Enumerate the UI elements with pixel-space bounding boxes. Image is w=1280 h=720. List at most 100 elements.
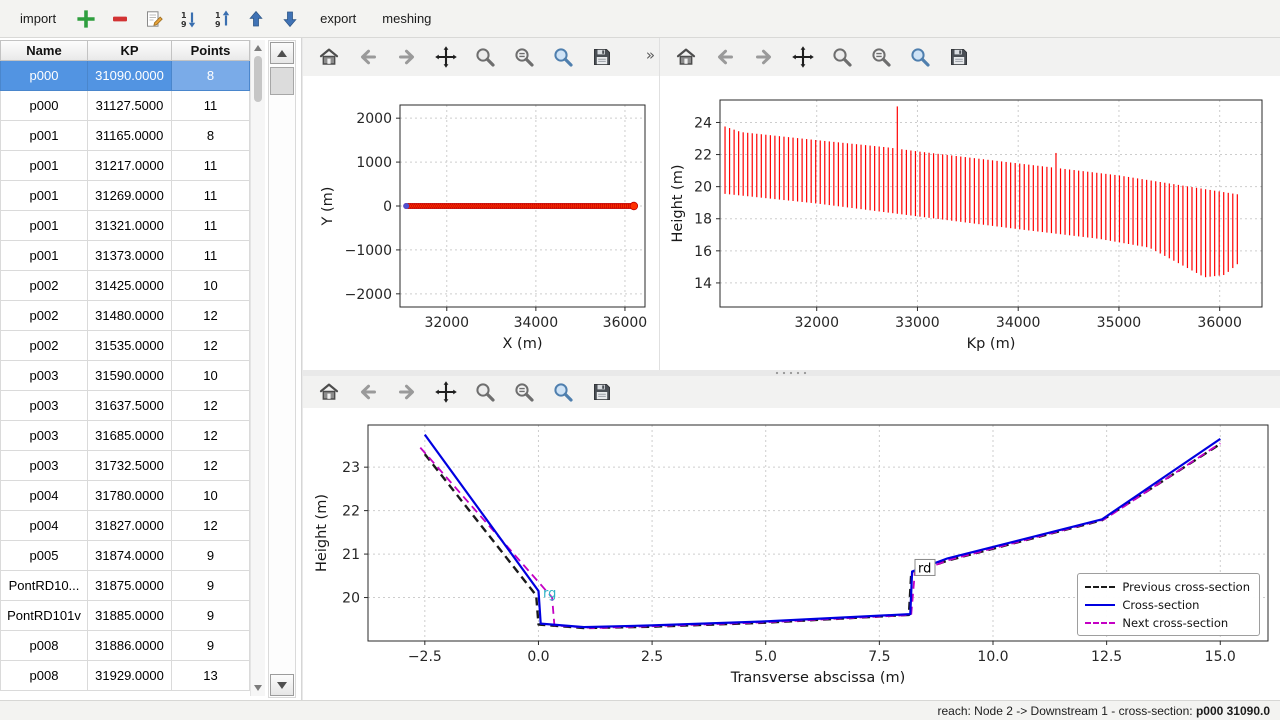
svg-text:22: 22: [342, 504, 360, 520]
svg-text:0: 0: [383, 199, 392, 215]
pan-button[interactable]: [789, 43, 817, 71]
table-scrollbar[interactable]: [250, 40, 265, 696]
table-row[interactable]: p00031127.500011: [0, 91, 250, 121]
legend: Previous cross-sectionCross-sectionNext …: [1077, 573, 1260, 636]
back-icon: [713, 45, 737, 69]
legend-label: Cross-section: [1122, 598, 1199, 612]
table-row[interactable]: PontRD101v31885.00009: [0, 601, 250, 631]
menu-export[interactable]: export: [310, 6, 366, 31]
scroll-up-button[interactable]: [270, 42, 294, 64]
toolbar-overflow-button[interactable]: »: [646, 46, 655, 64]
svg-text:5.0: 5.0: [755, 649, 777, 665]
svg-text:rd: rd: [918, 561, 931, 576]
save-button[interactable]: [945, 43, 973, 71]
svg-text:1: 1: [215, 11, 221, 20]
edit-button[interactable]: [140, 5, 168, 33]
legend-label: Next cross-section: [1122, 616, 1228, 630]
table-row[interactable]: PontRD10...31875.00009: [0, 571, 250, 601]
zoom-button[interactable]: [471, 378, 499, 406]
forward-button[interactable]: [393, 378, 421, 406]
plots-area: » 320003400036000−2000−1000010002000X (m…: [302, 38, 1280, 700]
scroll-down-button[interactable]: [270, 674, 294, 696]
cell-name: p001: [0, 151, 88, 181]
sort-ascending-icon: 1 9: [178, 9, 198, 29]
table-row[interactable]: p00331637.500012: [0, 391, 250, 421]
svg-text:−1000: −1000: [345, 243, 392, 259]
save-button[interactable]: [588, 378, 616, 406]
remove-button[interactable]: [106, 5, 134, 33]
pan-icon: [791, 45, 815, 69]
table-row[interactable]: p00131373.000011: [0, 241, 250, 271]
table-row[interactable]: p00231480.000012: [0, 301, 250, 331]
sort-descending-button[interactable]: 1 9: [208, 5, 236, 33]
table-row[interactable]: p00231425.000010: [0, 271, 250, 301]
scrollbar-thumb[interactable]: [270, 67, 294, 95]
table-row[interactable]: p00131217.000011: [0, 151, 250, 181]
cell-kp: 31590.0000: [88, 361, 172, 391]
pan-button[interactable]: [432, 378, 460, 406]
table-row[interactable]: p00031090.00008: [0, 61, 250, 91]
column-header-kp[interactable]: KP: [88, 40, 172, 61]
back-button[interactable]: [354, 378, 382, 406]
home-icon: [674, 45, 698, 69]
zoom-icon: [830, 45, 854, 69]
plan-view-chart[interactable]: 320003400036000−2000−1000010002000X (m)Y…: [303, 76, 659, 370]
column-header-name[interactable]: Name: [0, 40, 88, 61]
menu-import[interactable]: import: [10, 6, 66, 31]
subplots-button[interactable]: [510, 378, 538, 406]
back-icon: [356, 380, 380, 404]
svg-text:20: 20: [342, 591, 360, 607]
zoom-button[interactable]: [471, 43, 499, 71]
home-button[interactable]: [315, 378, 343, 406]
back-button[interactable]: [354, 43, 382, 71]
cell-name: p005: [0, 541, 88, 571]
scroll-up-icon[interactable]: [254, 45, 262, 51]
customize-button[interactable]: [549, 378, 577, 406]
table-row[interactable]: p00231535.000012: [0, 331, 250, 361]
zoom-button[interactable]: [828, 43, 856, 71]
svg-text:21: 21: [342, 547, 360, 563]
profile-chart[interactable]: 3200033000340003500036000141618202224Kp …: [660, 76, 1280, 370]
column-header-points[interactable]: Points: [172, 40, 250, 61]
table-row[interactable]: p00431780.000010: [0, 481, 250, 511]
table-row[interactable]: p00131165.00008: [0, 121, 250, 151]
scroll-down-icon[interactable]: [254, 685, 262, 691]
move-down-button[interactable]: [276, 5, 304, 33]
cell-kp: 31090.0000: [88, 61, 172, 91]
status-text: reach: Node 2 -> Downstream 1 - cross-se…: [938, 704, 1196, 718]
menu-meshing[interactable]: meshing: [372, 6, 441, 31]
customize-button[interactable]: [549, 43, 577, 71]
panel-scrollbar[interactable]: [268, 40, 296, 698]
svg-text:33000: 33000: [895, 315, 940, 331]
subplots-button[interactable]: [510, 43, 538, 71]
back-button[interactable]: [711, 43, 739, 71]
forward-button[interactable]: [393, 43, 421, 71]
table-row[interactable]: p00831886.00009: [0, 631, 250, 661]
home-button[interactable]: [672, 43, 700, 71]
table-row[interactable]: p00331732.500012: [0, 451, 250, 481]
pan-button[interactable]: [432, 43, 460, 71]
cell-name: p002: [0, 271, 88, 301]
home-button[interactable]: [315, 43, 343, 71]
forward-icon: [752, 45, 776, 69]
back-icon: [356, 45, 380, 69]
scrollbar-thumb[interactable]: [254, 56, 262, 102]
customize-button[interactable]: [906, 43, 934, 71]
table-row[interactable]: p00831929.000013: [0, 661, 250, 691]
table-row[interactable]: p00331590.000010: [0, 361, 250, 391]
table-row[interactable]: p00431827.000012: [0, 511, 250, 541]
subplots-button[interactable]: [867, 43, 895, 71]
table-row[interactable]: p00131321.000011: [0, 211, 250, 241]
forward-button[interactable]: [750, 43, 778, 71]
save-button[interactable]: [588, 43, 616, 71]
table-row[interactable]: p00131269.000011: [0, 181, 250, 211]
cell-kp: 31886.0000: [88, 631, 172, 661]
table-row[interactable]: p00331685.000012: [0, 421, 250, 451]
pan-icon: [434, 380, 458, 404]
cell-points: 8: [172, 121, 250, 151]
cross-section-chart[interactable]: −2.50.02.55.07.510.012.515.020212223Tran…: [303, 408, 1280, 700]
add-button[interactable]: [72, 5, 100, 33]
move-up-button[interactable]: [242, 5, 270, 33]
table-row[interactable]: p00531874.00009: [0, 541, 250, 571]
sort-ascending-button[interactable]: 1 9: [174, 5, 202, 33]
